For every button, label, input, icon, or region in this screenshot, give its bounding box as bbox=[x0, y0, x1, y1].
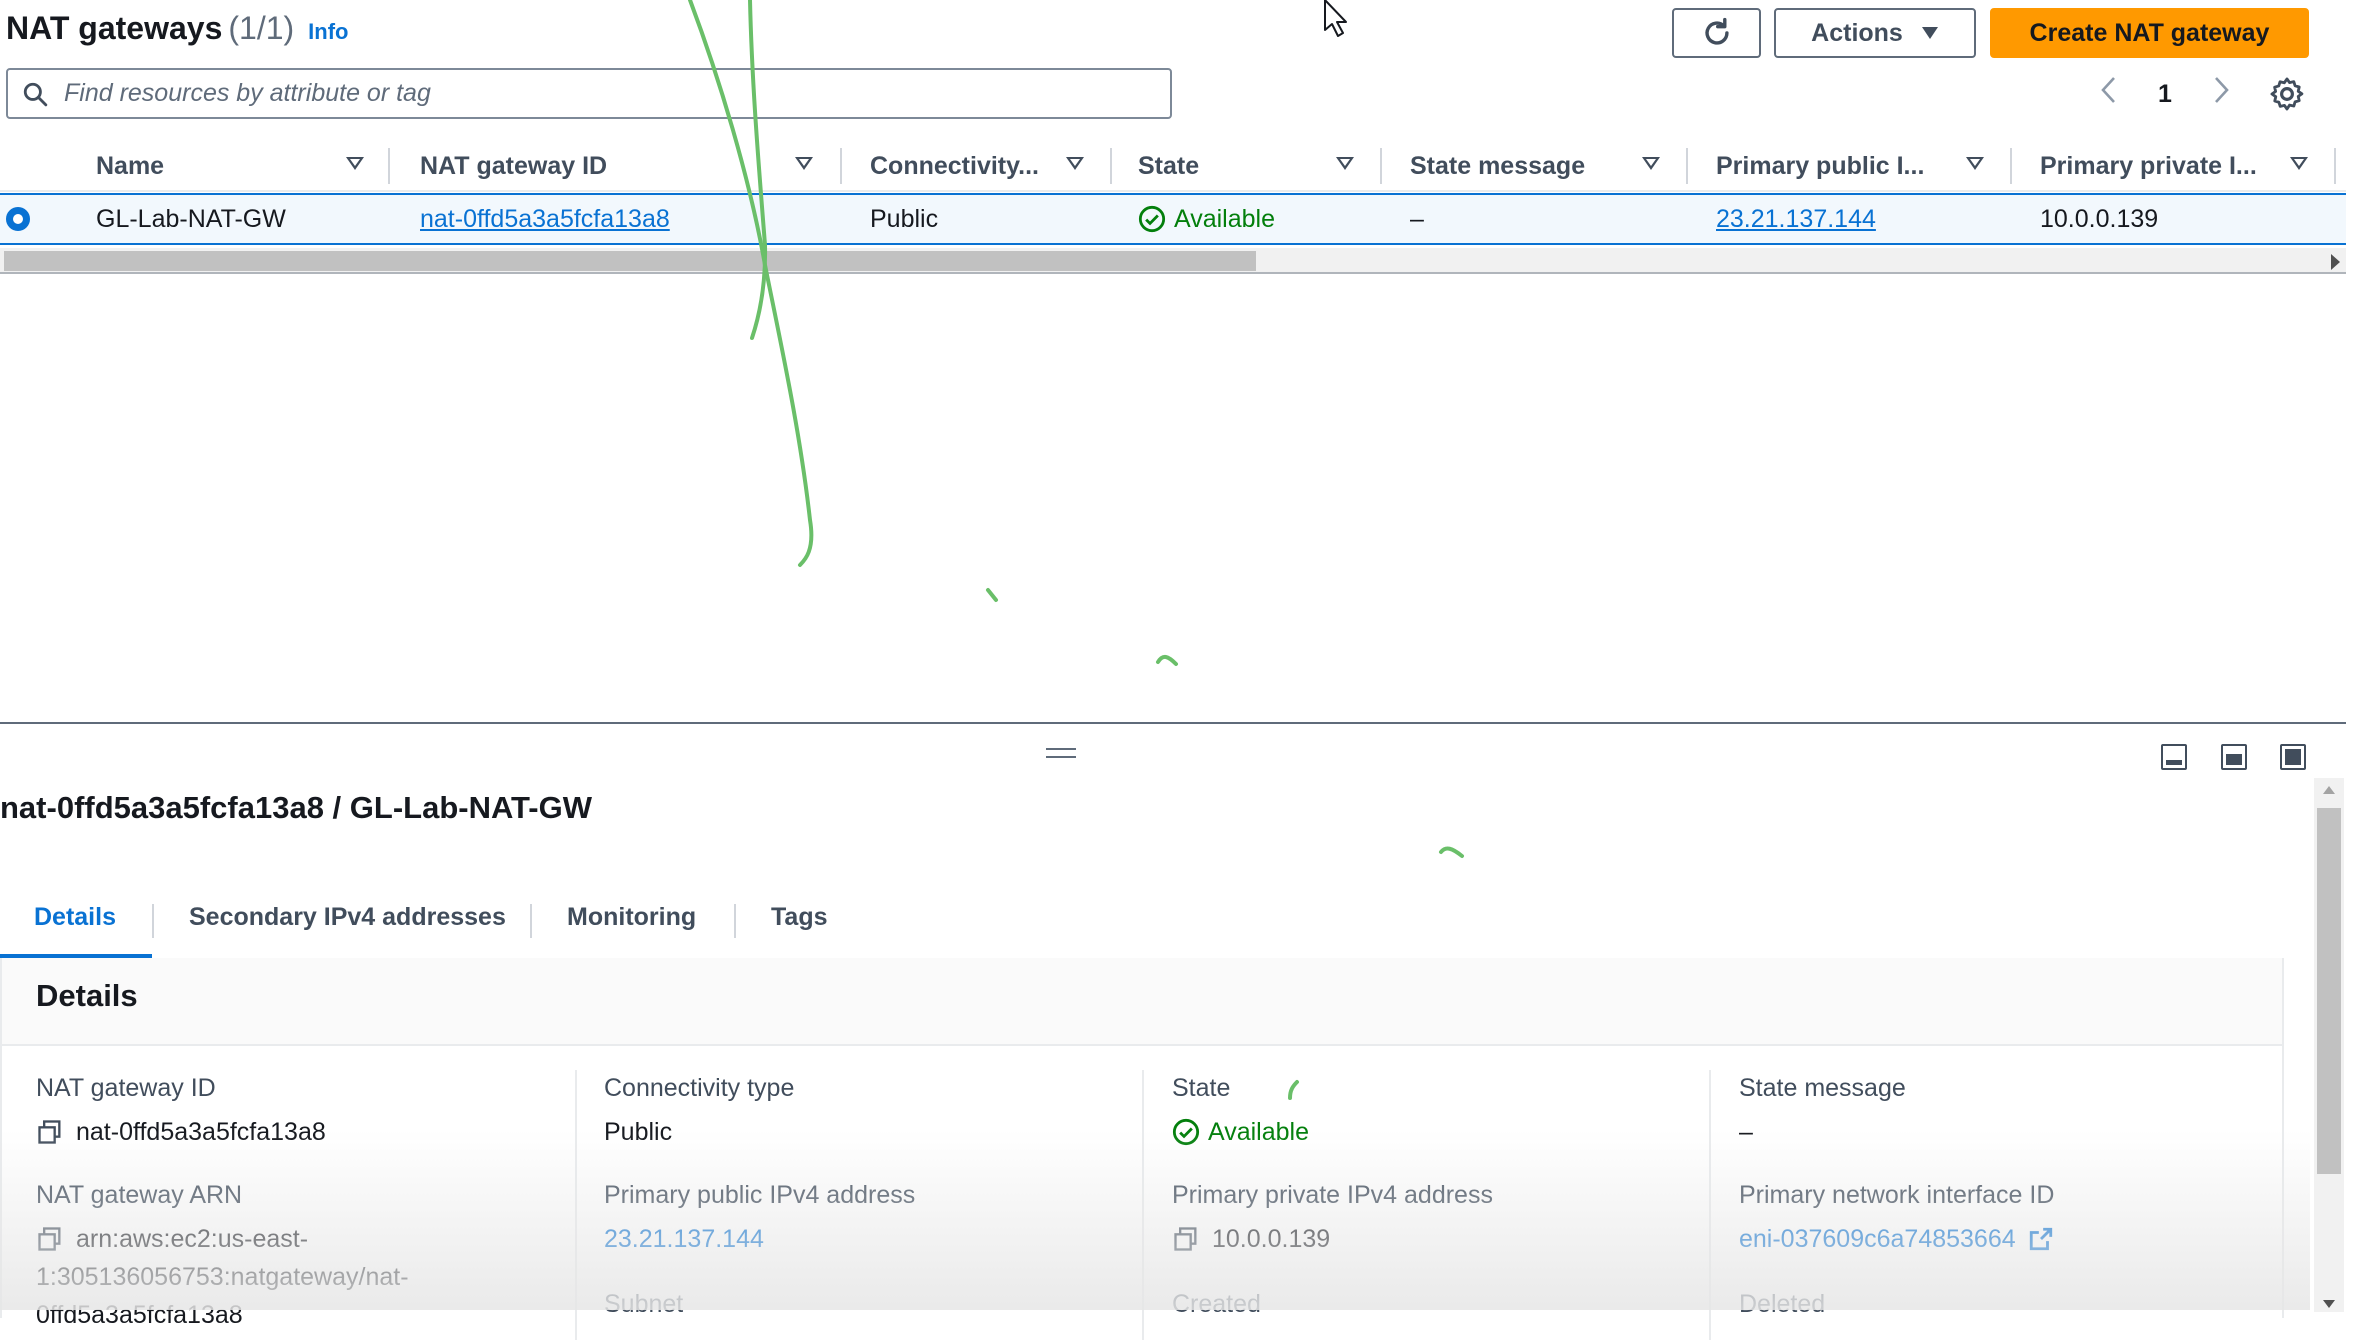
table-row[interactable]: GL-Lab-NAT-GW nat-0ffd5a3a5fcfa13a8 Publ… bbox=[0, 193, 2346, 245]
search-input[interactable] bbox=[62, 73, 1170, 114]
column-header-nat-gateway-id[interactable]: NAT gateway ID bbox=[420, 140, 844, 192]
cell-state: Available bbox=[1138, 195, 1275, 243]
pagination: 1 bbox=[2100, 72, 2230, 116]
cell-connectivity: Public bbox=[870, 204, 939, 233]
split-panel-resize-handle[interactable] bbox=[1046, 748, 1076, 758]
create-nat-gateway-label: Create NAT gateway bbox=[2029, 18, 2270, 47]
state-label: Available bbox=[1174, 204, 1276, 233]
field-primary-public-ip: Primary public IPv4 address 23.21.137.14… bbox=[604, 1181, 915, 1258]
scroll-right-arrow[interactable] bbox=[2331, 254, 2340, 270]
create-nat-gateway-button[interactable]: Create NAT gateway bbox=[1990, 8, 2309, 58]
check-circle-icon bbox=[1172, 1118, 1200, 1146]
panel-maximize-icon[interactable] bbox=[2280, 744, 2306, 770]
check-circle-icon bbox=[1138, 205, 1166, 233]
actions-label: Actions bbox=[1811, 18, 1903, 47]
column-header-primary-private-ip[interactable]: Primary private I... bbox=[2040, 140, 2336, 192]
field-nat-gateway-arn: NAT gateway ARN arn:aws:ec2:us-east- 1:3… bbox=[36, 1181, 409, 1334]
sort-icon[interactable] bbox=[1066, 157, 1084, 170]
copy-icon[interactable] bbox=[1172, 1225, 1200, 1253]
state-value: Available bbox=[1208, 1118, 1310, 1146]
split-panel: nat-0ffd5a3a5fcfa13a8 / GL-Lab-NAT-GW De… bbox=[0, 722, 2346, 1340]
refresh-icon bbox=[1704, 17, 1729, 45]
panel-position-side-icon[interactable] bbox=[2221, 744, 2247, 770]
caret-down-icon bbox=[1921, 27, 1938, 39]
actions-dropdown-button[interactable]: Actions bbox=[1774, 8, 1976, 58]
tab-monitoring[interactable]: Monitoring bbox=[567, 874, 696, 960]
copy-icon[interactable] bbox=[36, 1225, 64, 1253]
network-interface-link[interactable]: eni-037609c6a74853664 bbox=[1739, 1220, 2016, 1258]
sort-icon[interactable] bbox=[1966, 157, 1984, 170]
gear-icon[interactable] bbox=[2268, 75, 2306, 113]
sort-icon[interactable] bbox=[1642, 157, 1660, 170]
column-header-connectivity[interactable]: Connectivity... bbox=[870, 140, 1112, 192]
tab-tags[interactable]: Tags bbox=[771, 874, 828, 960]
column-header-state[interactable]: State bbox=[1138, 140, 1382, 192]
next-page-button[interactable] bbox=[2214, 76, 2230, 112]
tab-details[interactable]: Details bbox=[34, 874, 116, 960]
sort-icon[interactable] bbox=[346, 157, 364, 170]
state-available: Available bbox=[1138, 205, 1275, 234]
column-header-name[interactable]: Name bbox=[96, 140, 390, 192]
sort-icon[interactable] bbox=[795, 157, 813, 170]
page-title-text: NAT gateways bbox=[6, 10, 223, 46]
scroll-up-arrow[interactable] bbox=[2323, 786, 2335, 794]
primary-private-ip-value: 10.0.0.139 bbox=[1212, 1225, 1331, 1253]
sort-icon[interactable] bbox=[1336, 157, 1354, 170]
public-ip-link[interactable]: 23.21.137.144 bbox=[1716, 195, 1876, 243]
sort-icon[interactable] bbox=[2290, 157, 2308, 170]
column-header-primary-public-ip[interactable]: Primary public I... bbox=[1716, 140, 2012, 192]
cell-name: GL-Lab-NAT-GW bbox=[96, 204, 286, 233]
page-header: NAT gateways (1/1) Info Actions Create NAT… bbox=[0, 0, 2363, 62]
details-container: Details NAT gateway ID nat-0ffd5a3a5fcfa… bbox=[0, 958, 2284, 1340]
annotation-stroke bbox=[1156, 655, 1178, 666]
external-link-icon[interactable] bbox=[2028, 1226, 2054, 1252]
arn-line-3: 0ffd5a3a5fcfa13a8 bbox=[36, 1301, 243, 1329]
refresh-button[interactable] bbox=[1672, 8, 1761, 58]
resource-count: (1/1) bbox=[228, 10, 295, 46]
field-primary-private-ip: Primary private IPv4 address 10.0.0.139 bbox=[1172, 1181, 1493, 1258]
scrollbar-thumb[interactable] bbox=[4, 251, 1256, 271]
panel-position-bottom-icon[interactable] bbox=[2161, 744, 2187, 770]
details-tabs: Details Secondary IPv4 addresses Monitor… bbox=[0, 874, 2284, 960]
split-panel-title: nat-0ffd5a3a5fcfa13a8 / GL-Lab-NAT-GW bbox=[0, 790, 592, 825]
arn-line-2: 1:305136056753:natgateway/nat- bbox=[36, 1263, 409, 1291]
current-page[interactable]: 1 bbox=[2158, 80, 2172, 109]
copy-icon[interactable] bbox=[36, 1118, 64, 1146]
tab-secondary-ipv4[interactable]: Secondary IPv4 addresses bbox=[189, 874, 506, 960]
cell-private-ip: 10.0.0.139 bbox=[2040, 204, 2159, 233]
page-title: NAT gateways (1/1) Info bbox=[6, 10, 348, 47]
field-state: State Available bbox=[1172, 1074, 1309, 1151]
nat-gateway-id-link[interactable]: nat-0ffd5a3a5fcfa13a8 bbox=[420, 195, 670, 243]
search-icon bbox=[23, 82, 48, 106]
horizontal-scrollbar[interactable] bbox=[0, 248, 2346, 274]
scrollbar-thumb[interactable] bbox=[2317, 808, 2341, 1174]
details-header: Details bbox=[2, 958, 2282, 1046]
field-state-message: State message – bbox=[1739, 1074, 1906, 1146]
vertical-scrollbar[interactable] bbox=[2314, 778, 2344, 1312]
cell-state-message: – bbox=[1410, 204, 1424, 233]
details-heading: Details bbox=[36, 978, 138, 1013]
primary-public-ip-link[interactable]: 23.21.137.144 bbox=[604, 1220, 915, 1258]
chevron-left-icon bbox=[2101, 77, 2115, 103]
row-select-radio[interactable] bbox=[6, 207, 30, 231]
nat-gateway-id-value: nat-0ffd5a3a5fcfa13a8 bbox=[76, 1118, 326, 1146]
table-header: Name NAT gateway ID Connectivity... Stat… bbox=[0, 140, 2346, 192]
search-bar[interactable] bbox=[6, 68, 1172, 119]
scroll-down-arrow[interactable] bbox=[2323, 1300, 2335, 1308]
field-primary-network-interface: Primary network interface ID eni-037609c… bbox=[1739, 1181, 2054, 1258]
field-connectivity-type: Connectivity type Public bbox=[604, 1074, 795, 1146]
arn-line-1: arn:aws:ec2:us-east- bbox=[76, 1225, 309, 1253]
info-link[interactable]: Info bbox=[308, 19, 348, 44]
chevron-right-icon bbox=[2215, 77, 2229, 103]
field-nat-gateway-id: NAT gateway ID nat-0ffd5a3a5fcfa13a8 bbox=[36, 1074, 326, 1151]
nat-gateways-table: Name NAT gateway ID Connectivity... Stat… bbox=[0, 140, 2346, 285]
annotation-stroke bbox=[986, 588, 998, 602]
column-header-state-message[interactable]: State message bbox=[1410, 140, 1688, 192]
prev-page-button[interactable] bbox=[2100, 76, 2116, 112]
